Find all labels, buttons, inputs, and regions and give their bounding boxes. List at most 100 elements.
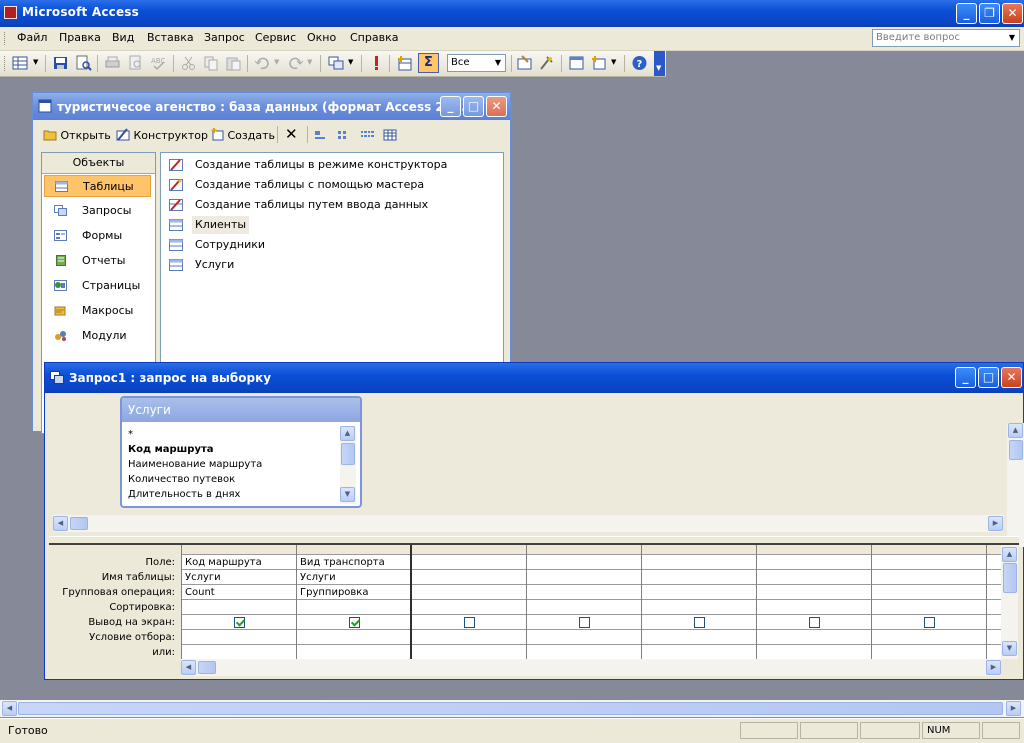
access-app-icon[interactable]: [4, 6, 17, 19]
close-button[interactable]: ✕: [1002, 3, 1023, 24]
object-modules[interactable]: Модули: [44, 325, 151, 347]
object-reports[interactable]: Отчеты: [44, 250, 151, 272]
grid-column[interactable]: [527, 545, 642, 659]
scroll-thumb[interactable]: [18, 702, 1003, 715]
large-icons-icon[interactable]: [314, 130, 328, 140]
object-macros[interactable]: Макросы: [44, 300, 151, 322]
search-file-icon[interactable]: [75, 55, 92, 71]
total-cell[interactable]: Группировка: [300, 585, 368, 600]
minimize-button[interactable]: _: [956, 3, 977, 24]
show-checkbox[interactable]: [924, 617, 935, 628]
query-close-button[interactable]: ✕: [1001, 367, 1022, 388]
scroll-thumb[interactable]: [70, 517, 88, 530]
menu-insert[interactable]: Вставка: [147, 31, 194, 44]
scroll-thumb[interactable]: [1009, 440, 1023, 460]
database-window-icon[interactable]: [568, 55, 585, 71]
field-list-window[interactable]: Услуги * Код маршрута Наименование маршр…: [120, 396, 362, 508]
db-maximize-button[interactable]: □: [463, 96, 484, 117]
show-checkbox[interactable]: [464, 617, 475, 628]
table-cell[interactable]: Услуги: [185, 570, 221, 585]
grid-column[interactable]: Вид транспорта Услуги Группировка: [297, 545, 412, 659]
workspace-horizontal-scrollbar[interactable]: ◀ ▶: [0, 700, 1024, 717]
scroll-down-icon[interactable]: ▼: [1002, 641, 1017, 656]
object-tables[interactable]: Таблицы: [44, 175, 151, 197]
view-datasheet-icon[interactable]: [12, 55, 29, 71]
object-queries[interactable]: Запросы: [44, 200, 151, 222]
table-pane-vertical-scrollbar[interactable]: ▲: [1007, 423, 1024, 547]
show-table-icon[interactable]: [396, 55, 413, 71]
scroll-left-icon[interactable]: ◀: [181, 660, 196, 675]
field-item-key[interactable]: Код маршрута: [128, 442, 214, 457]
grid-vertical-scrollbar[interactable]: ▲ ▼: [1001, 545, 1018, 659]
scroll-right-icon[interactable]: ▶: [1006, 701, 1021, 716]
query-restore-button[interactable]: □: [978, 367, 999, 388]
help-icon[interactable]: ?: [631, 55, 648, 71]
properties-icon[interactable]: [516, 55, 533, 71]
table-pane-horizontal-scrollbar[interactable]: ◀ ▶: [53, 515, 1003, 532]
toolbar-grip[interactable]: [4, 56, 8, 71]
view-dropdown-icon[interactable]: ▼: [33, 58, 38, 66]
field-cell[interactable]: Код маршрута: [185, 555, 262, 570]
scroll-up-icon[interactable]: ▲: [340, 426, 355, 441]
grid-column[interactable]: [757, 545, 872, 659]
table-cell[interactable]: Услуги: [300, 570, 336, 585]
new-object-icon[interactable]: [590, 55, 607, 71]
create-button[interactable]: Создать: [210, 128, 275, 142]
grid-horizontal-scrollbar[interactable]: ◀ ▶: [181, 659, 1001, 676]
delete-icon[interactable]: ✕: [285, 125, 298, 143]
chevron-down-icon[interactable]: ▼: [1006, 31, 1018, 45]
field-item[interactable]: *: [128, 427, 133, 442]
toolbar-options-button[interactable]: ▼: [654, 51, 665, 76]
totals-sigma-button[interactable]: Σ: [418, 53, 439, 73]
objects-header[interactable]: Объекты: [42, 153, 155, 174]
open-button[interactable]: Открыть: [43, 128, 111, 142]
scroll-right-icon[interactable]: ▶: [986, 660, 1001, 675]
grid-column[interactable]: [412, 545, 527, 659]
db-minimize-button[interactable]: _: [440, 96, 461, 117]
menu-help[interactable]: Справка: [350, 31, 398, 44]
query-type-icon[interactable]: [328, 55, 345, 71]
menu-edit[interactable]: Правка: [59, 31, 101, 44]
show-checkbox[interactable]: [579, 617, 590, 628]
field-item[interactable]: Длительность в днях: [128, 487, 240, 502]
design-button[interactable]: Конструктор: [116, 128, 208, 142]
show-checkbox[interactable]: [809, 617, 820, 628]
scroll-thumb[interactable]: [1003, 563, 1017, 593]
run-icon[interactable]: [368, 55, 385, 71]
grid-column[interactable]: Код маршрута Услуги Count: [182, 545, 297, 659]
query-minimize-button[interactable]: _: [955, 367, 976, 388]
field-item[interactable]: Количество путевок: [128, 472, 235, 487]
menu-view[interactable]: Вид: [112, 31, 134, 44]
scroll-down-icon[interactable]: ▼: [340, 487, 355, 502]
restore-button[interactable]: ❐: [979, 3, 1000, 24]
field-item[interactable]: Наименование маршрута: [128, 457, 262, 472]
show-checkbox[interactable]: [234, 617, 245, 628]
scroll-up-icon[interactable]: ▲: [1002, 547, 1017, 562]
menu-query[interactable]: Запрос: [204, 31, 245, 44]
save-icon[interactable]: [52, 55, 69, 71]
menu-tools[interactable]: Сервис: [255, 31, 296, 44]
chevron-down-icon[interactable]: ▼: [492, 56, 504, 70]
field-list-title[interactable]: Услуги: [122, 398, 360, 422]
field-cell[interactable]: Вид транспорта: [300, 555, 385, 570]
menu-window[interactable]: Окно: [307, 31, 336, 44]
show-checkbox[interactable]: [349, 617, 360, 628]
total-cell[interactable]: Count: [185, 585, 215, 600]
small-icons-icon[interactable]: [337, 130, 351, 140]
scroll-right-icon[interactable]: ▶: [988, 516, 1003, 531]
database-window-titlebar[interactable]: туристичесое агенство : база данных (фор…: [33, 93, 510, 120]
build-icon[interactable]: [538, 55, 555, 71]
scroll-thumb[interactable]: [341, 443, 355, 465]
list-view-icon[interactable]: [360, 130, 374, 140]
scroll-thumb[interactable]: [198, 661, 216, 674]
top-values-select[interactable]: Все ▼: [447, 54, 506, 72]
scroll-left-icon[interactable]: ◀: [53, 516, 68, 531]
field-list-scrollbar[interactable]: ▲ ▼: [340, 426, 356, 504]
object-forms[interactable]: Формы: [44, 225, 151, 247]
grid-column[interactable]: [872, 545, 987, 659]
pane-splitter[interactable]: [49, 536, 1019, 545]
scroll-left-icon[interactable]: ◀: [2, 701, 17, 716]
show-checkbox[interactable]: [694, 617, 705, 628]
menu-grip[interactable]: [4, 32, 8, 45]
help-question-input[interactable]: Введите вопрос ▼: [872, 29, 1020, 47]
